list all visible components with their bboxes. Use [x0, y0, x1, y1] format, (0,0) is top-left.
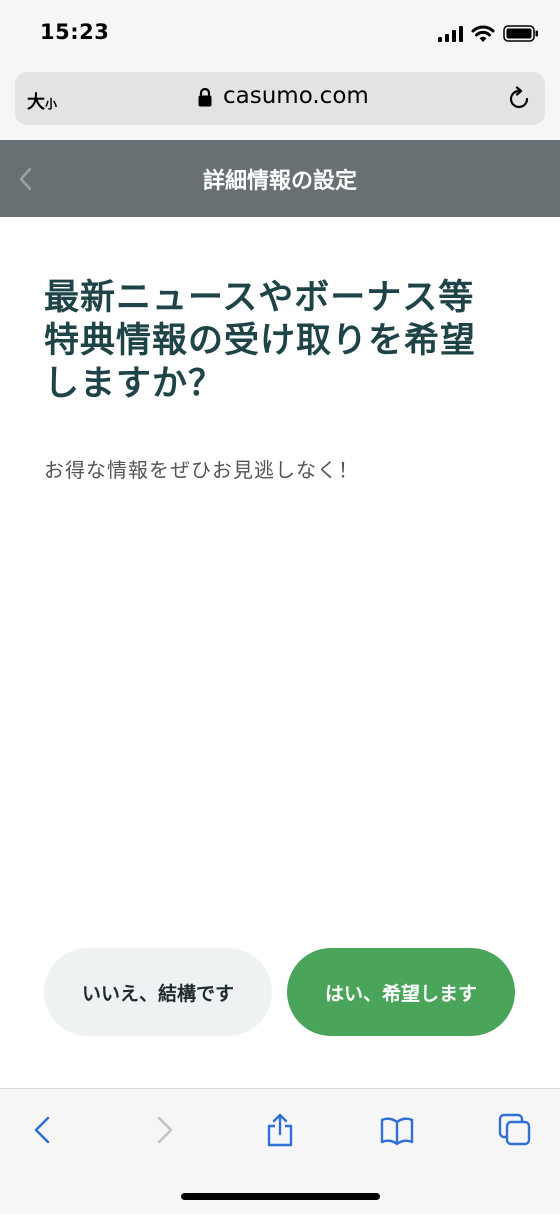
nav-back-icon[interactable] [25, 1112, 61, 1148]
url-text[interactable]: casumo.com [223, 83, 369, 109]
accept-button[interactable]: はい、希望します [287, 948, 515, 1036]
bookmarks-icon[interactable] [379, 1112, 415, 1148]
share-icon[interactable] [262, 1112, 298, 1148]
text-size-large-label: 大 [27, 92, 45, 113]
headline: 最新ニュースやボーナス等 特典情報の受け取りを希望 しますか？ [44, 277, 524, 406]
page-title: 詳細情報の設定 [202, 169, 357, 194]
reload-icon[interactable] [506, 86, 532, 112]
decline-button[interactable]: いいえ、結構です [44, 948, 272, 1036]
tabs-icon[interactable] [497, 1112, 533, 1148]
subtext: お得な情報をぜひお見逃しなく！ [44, 458, 359, 482]
home-indicator[interactable] [181, 1193, 380, 1200]
lock-icon [198, 87, 212, 107]
signal-icon [438, 26, 463, 42]
nav-forward-icon[interactable] [146, 1112, 182, 1148]
headline-line-1: 最新ニュースやボーナス等 [44, 278, 475, 318]
text-size-small-label: 小 [45, 97, 58, 111]
headline-line-3: しますか？ [44, 364, 225, 404]
status-time: 15:23 [40, 20, 110, 44]
headline-line-2: 特典情報の受け取りを希望 [44, 321, 477, 361]
battery-icon [503, 25, 538, 42]
wifi-icon [471, 25, 495, 42]
text-size-button[interactable]: 大小 [27, 88, 57, 114]
